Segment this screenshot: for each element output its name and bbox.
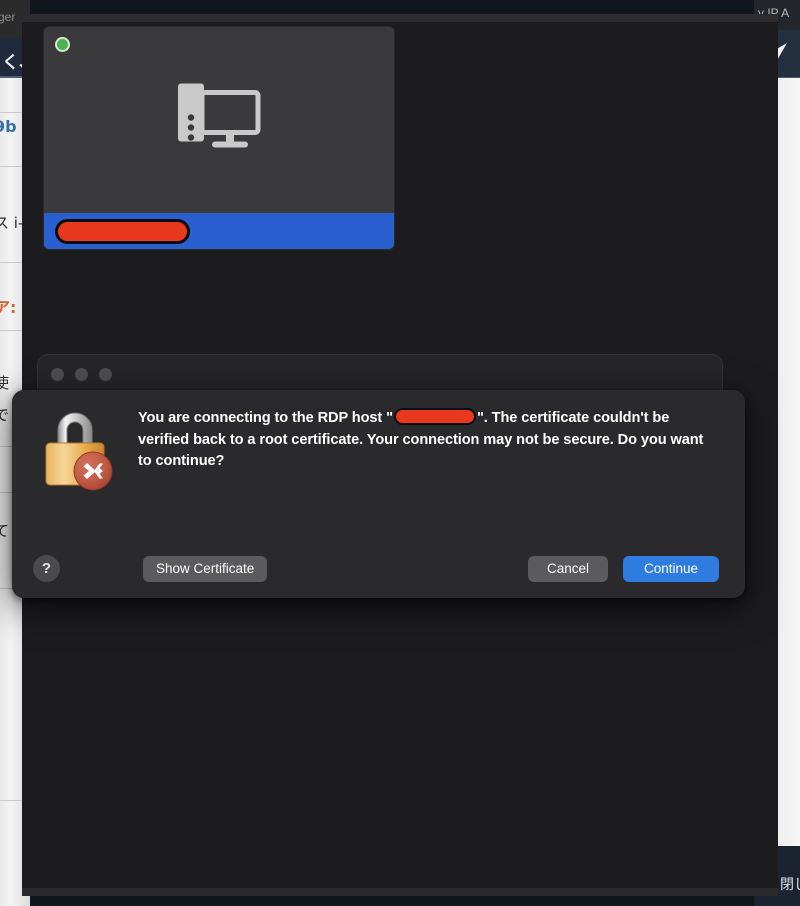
zoom-button[interactable]: [99, 368, 112, 381]
pc-tile[interactable]: [44, 27, 394, 249]
background-left-fragment: 使: [0, 374, 10, 392]
host-name-redaction: [393, 408, 476, 425]
background-left-fragment: 9b: [0, 117, 17, 136]
cancel-button[interactable]: Cancel: [528, 556, 608, 582]
background-left-fragment: ア:: [0, 298, 17, 317]
desktop-computer-icon: [176, 76, 262, 157]
background-left-fragment: 、: [0, 748, 9, 769]
alert-message-part1: You are connecting to the RDP host ": [138, 410, 393, 426]
close-button[interactable]: [51, 368, 64, 381]
pc-name-redaction: [55, 219, 190, 244]
background-left-fragment: ス i-: [0, 214, 24, 232]
screen: ger く、 9b ス i- ア: 使 で て 、 y IP A ⮟ 閉じ: [0, 0, 800, 906]
continue-button[interactable]: Continue: [623, 556, 719, 582]
remote-desktop-window-bottom-edge: [22, 888, 778, 896]
minimize-button[interactable]: [75, 368, 88, 381]
remote-desktop-titlebar[interactable]: [22, 14, 778, 22]
background-left-top-label: ger: [0, 10, 16, 24]
status-dot-online: [55, 37, 70, 52]
background-right-footer-fragment: 閉じ: [780, 877, 800, 893]
alert-message: You are connecting to the RDP host " ". T…: [138, 408, 720, 473]
help-button[interactable]: ?: [33, 555, 60, 582]
show-certificate-button[interactable]: Show Certificate: [143, 556, 268, 582]
background-left-fragment: で: [0, 406, 10, 424]
background-left-fragment: て: [0, 522, 10, 540]
pc-tile-footer[interactable]: [44, 213, 394, 249]
padlock-rdp-badge-icon: [36, 405, 114, 491]
pc-tile-preview: [44, 27, 394, 213]
